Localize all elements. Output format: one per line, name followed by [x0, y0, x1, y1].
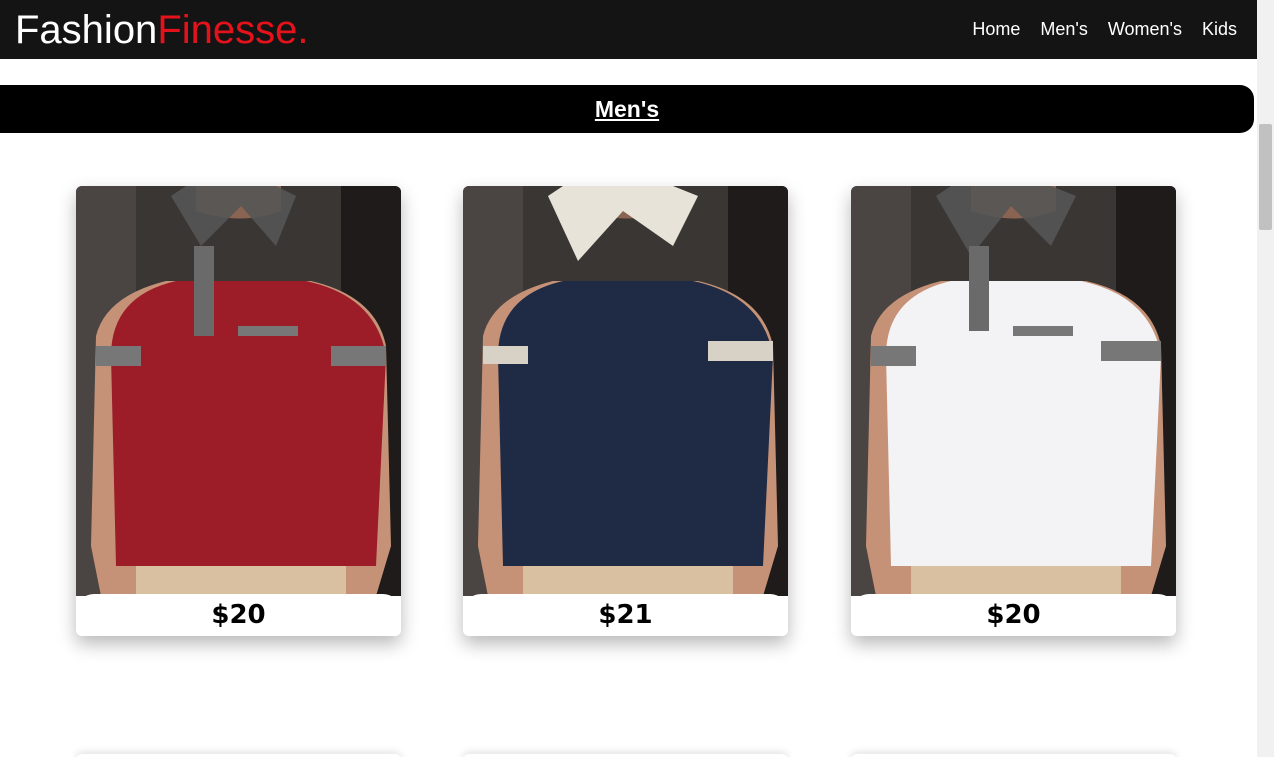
- nav-home-link[interactable]: Home: [972, 19, 1020, 40]
- product-card[interactable]: $20: [76, 186, 401, 636]
- brand-name-part2: Finesse.: [157, 7, 309, 52]
- nav-kids-link[interactable]: Kids: [1202, 19, 1237, 40]
- price-bar: $21: [463, 594, 788, 636]
- brand-name-part1: Fashion: [15, 7, 158, 52]
- section-banner: Men's: [0, 85, 1254, 133]
- top-navbar: FashionFinesse. Home Men's Women's Kids: [0, 0, 1257, 59]
- scrollbar-thumb[interactable]: [1259, 124, 1272, 230]
- main-nav: Home Men's Women's Kids: [972, 19, 1237, 40]
- product-image-red-polo[interactable]: [76, 186, 401, 596]
- scrollbar-track[interactable]: [1257, 0, 1274, 757]
- price-bar: $20: [851, 594, 1176, 636]
- nav-mens-link[interactable]: Men's: [1040, 19, 1087, 40]
- product-price: $21: [598, 600, 653, 630]
- product-price: $20: [986, 600, 1041, 630]
- nav-womens-link[interactable]: Women's: [1108, 19, 1182, 40]
- product-image-navy-polo[interactable]: [463, 186, 788, 596]
- product-card[interactable]: $20: [851, 186, 1176, 636]
- brand-logo[interactable]: FashionFinesse.: [15, 10, 308, 50]
- section-title: Men's: [594, 95, 660, 122]
- product-card[interactable]: $21: [463, 186, 788, 636]
- product-image-white-polo[interactable]: [851, 186, 1176, 596]
- product-price: $20: [211, 600, 266, 630]
- price-bar: $20: [76, 594, 401, 636]
